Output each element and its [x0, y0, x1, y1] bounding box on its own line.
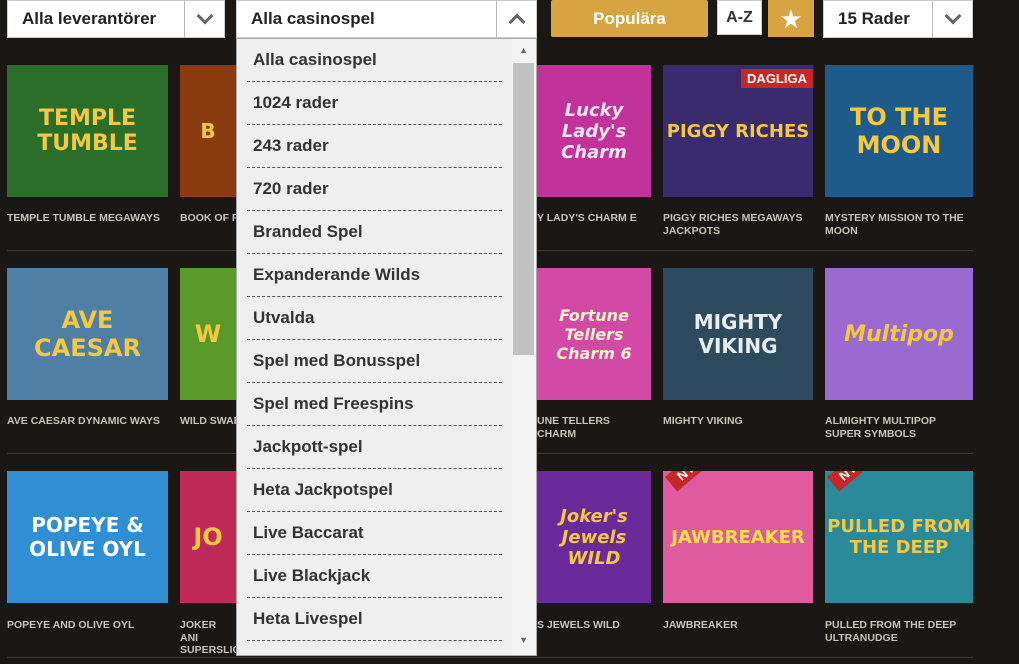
- game-title[interactable]: UNE TELLERS CHARM: [537, 415, 651, 440]
- game-tile[interactable]: W: [180, 268, 236, 400]
- dropdown-option[interactable]: Spel med Freespins: [247, 383, 502, 426]
- game-tile[interactable]: JO: [180, 471, 236, 603]
- game-title[interactable]: PIGGY RICHES MEGAWAYS JACKPOTS: [663, 212, 813, 237]
- game-title[interactable]: MYSTERY MISSION TO THE MOON: [825, 212, 973, 237]
- favorites-button[interactable]: ★: [768, 0, 814, 37]
- game-title[interactable]: PULLED FROM THE DEEP ULTRANUDGE: [825, 619, 973, 644]
- daily-jackpot-badge: DAGLIGA: [741, 69, 813, 88]
- game-title[interactable]: JAWBREAKER: [663, 619, 813, 632]
- popular-button[interactable]: Populära: [551, 0, 708, 37]
- rows-select[interactable]: 15 Rader: [823, 0, 973, 38]
- game-thumbnail: TEMPLE TUMBLE: [7, 65, 168, 197]
- casino-page: Alla leverantörer Alla casinospel Populä…: [0, 0, 1019, 664]
- game-thumbnail: Joker's Jewels WILD: [537, 471, 651, 603]
- row-divider: [7, 657, 973, 658]
- category-dropdown-list[interactable]: Alla casinospel 1024 rader 243 rader 720…: [236, 38, 537, 656]
- game-tile[interactable]: JAWBREAKER NY: [663, 471, 813, 603]
- game-tile[interactable]: PULLED FROM THE DEEP NY: [825, 471, 973, 603]
- dropdown-option[interactable]: Heta Jackpotspel: [247, 469, 502, 512]
- rows-select-value: 15 Rader: [838, 9, 910, 28]
- game-thumbnail: Lucky Lady's Charm: [537, 65, 651, 197]
- chevron-down-icon[interactable]: [932, 1, 972, 37]
- game-title[interactable]: Y LADY'S CHARM E: [537, 212, 651, 225]
- dropdown-option[interactable]: Utvalda: [247, 297, 502, 340]
- game-title[interactable]: S JEWELS WILD: [537, 619, 651, 632]
- game-tile[interactable]: MIGHTY VIKING: [663, 268, 813, 400]
- game-thumbnail: TO THE MOON: [825, 65, 973, 197]
- dropdown-option[interactable]: Live Baccarat: [247, 512, 502, 555]
- dropdown-option[interactable]: Alla casinospel: [247, 39, 502, 82]
- game-title[interactable]: JOKER ANI SUPERSLIC: [180, 619, 236, 657]
- game-tile[interactable]: TO THE MOON: [825, 65, 973, 197]
- dropdown-scrollbar[interactable]: ▲ ▼: [512, 39, 536, 655]
- dropdown-option[interactable]: Spel med Bonusspel: [247, 340, 502, 383]
- dropdown-option[interactable]: 243 rader: [247, 125, 502, 168]
- provider-select[interactable]: Alla leverantörer: [7, 0, 225, 38]
- game-thumbnail: B: [180, 65, 236, 197]
- game-tile[interactable]: Lucky Lady's Charm: [537, 65, 651, 197]
- category-select-value: Alla casinospel: [251, 9, 375, 28]
- game-thumbnail: POPEYE & OLIVE OYL: [7, 471, 168, 603]
- dropdown-option[interactable]: 1024 rader: [247, 82, 502, 125]
- game-tile[interactable]: TEMPLE TUMBLE: [7, 65, 168, 197]
- provider-select-value: Alla leverantörer: [22, 9, 157, 28]
- game-thumbnail: PULLED FROM THE DEEP: [825, 471, 973, 603]
- game-tile[interactable]: POPEYE & OLIVE OYL: [7, 471, 168, 603]
- scroll-down-arrow-icon[interactable]: ▼: [519, 635, 528, 645]
- chevron-down-icon[interactable]: [184, 1, 224, 37]
- game-title[interactable]: MIGHTY VIKING: [663, 415, 813, 428]
- scrollbar-thumb[interactable]: [513, 63, 534, 355]
- game-thumbnail: JAWBREAKER: [663, 471, 813, 603]
- game-title[interactable]: ALMIGHTY MULTIPOP SUPER SYMBOLS: [825, 415, 973, 440]
- game-thumbnail: JO: [180, 471, 236, 603]
- dropdown-option[interactable]: 720 rader: [247, 168, 502, 211]
- game-thumbnail: AVE CAESAR: [7, 268, 168, 400]
- game-title[interactable]: BOOK OF F: [180, 212, 236, 225]
- game-thumbnail: W: [180, 268, 236, 400]
- dropdown-option[interactable]: Live dealer: [247, 641, 502, 655]
- dropdown-option[interactable]: Expanderande Wilds: [247, 254, 502, 297]
- star-icon: ★: [779, 3, 803, 34]
- chevron-up-icon[interactable]: [496, 1, 536, 37]
- category-select[interactable]: Alla casinospel: [236, 0, 537, 38]
- game-tile[interactable]: Multipop: [825, 268, 973, 400]
- dropdown-option[interactable]: Heta Livespel: [247, 598, 502, 641]
- scroll-up-arrow-icon[interactable]: ▲: [519, 45, 528, 55]
- game-tile[interactable]: B: [180, 65, 236, 197]
- game-thumbnail: Multipop: [825, 268, 973, 400]
- dropdown-option[interactable]: Live Blackjack: [247, 555, 502, 598]
- game-title[interactable]: POPEYE AND OLIVE OYL: [7, 619, 172, 632]
- game-tile[interactable]: Joker's Jewels WILD: [537, 471, 651, 603]
- sort-az-button[interactable]: A-Z: [717, 0, 762, 35]
- game-tile[interactable]: PIGGY RICHES DAGLIGA: [663, 65, 813, 197]
- game-title[interactable]: AVE CAESAR DYNAMIC WAYS: [7, 415, 172, 428]
- game-thumbnail: MIGHTY VIKING: [663, 268, 813, 400]
- game-tile[interactable]: AVE CAESAR: [7, 268, 168, 400]
- game-title[interactable]: WILD SWAR: [180, 415, 236, 428]
- game-thumbnail: Fortune Tellers Charm 6: [537, 268, 651, 400]
- game-tile[interactable]: Fortune Tellers Charm 6: [537, 268, 651, 400]
- dropdown-option[interactable]: Jackpott-spel: [247, 426, 502, 469]
- game-title[interactable]: TEMPLE TUMBLE MEGAWAYS: [7, 212, 172, 225]
- dropdown-option[interactable]: Branded Spel: [247, 211, 502, 254]
